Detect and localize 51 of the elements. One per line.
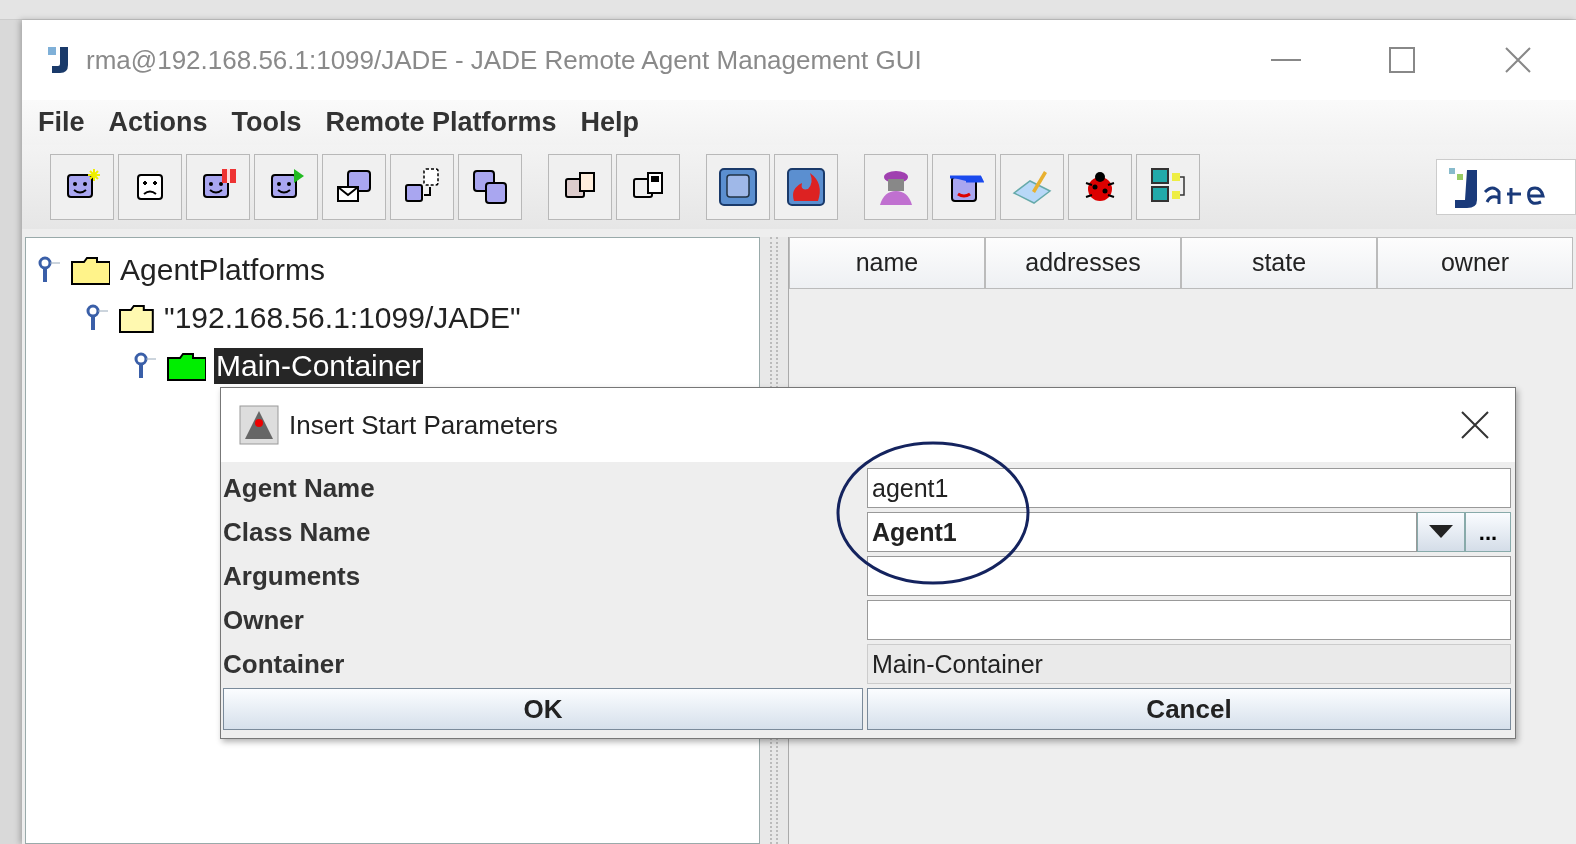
input-field[interactable] <box>867 600 1511 640</box>
field-label: Class Name <box>222 515 372 549</box>
dropdown-button[interactable] <box>1417 512 1465 552</box>
field-label: Arguments <box>222 559 362 593</box>
menu-item[interactable]: Tools <box>223 107 310 138</box>
menu-item[interactable]: Remote Platforms <box>317 107 565 138</box>
tree-item[interactable]: "192.168.56.1:1099/JADE" <box>162 300 523 336</box>
toolbar-button[interactable] <box>1068 154 1132 220</box>
maximize-icon <box>1389 47 1415 73</box>
toolbar-button[interactable] <box>616 154 680 220</box>
close-icon <box>1504 46 1532 74</box>
folder-icon <box>70 254 110 286</box>
combo-field[interactable]: Agent1 <box>867 512 1417 552</box>
caret-icon <box>1429 525 1453 539</box>
ok-button[interactable]: OK <box>223 688 863 730</box>
browse-button[interactable]: ... <box>1465 512 1511 552</box>
toolbar-button[interactable] <box>50 154 114 220</box>
toolbar-button[interactable] <box>932 154 996 220</box>
toolbar-button[interactable] <box>1136 154 1200 220</box>
toolbar-button[interactable] <box>548 154 612 220</box>
folder-icon <box>166 350 206 382</box>
folder-icon <box>118 302 154 334</box>
toolbar-button[interactable] <box>390 154 454 220</box>
fire-frame-icon <box>786 167 826 207</box>
close-icon <box>1460 410 1490 440</box>
toolbar-button[interactable] <box>458 154 522 220</box>
toolbar-button[interactable] <box>774 154 838 220</box>
minimize-icon <box>1271 58 1301 62</box>
input-field[interactable]: Main-Container <box>867 644 1511 684</box>
dialog-title: Insert Start Parameters <box>289 408 558 442</box>
menu-item[interactable]: Actions <box>100 107 216 138</box>
input-field[interactable]: agent1 <box>867 468 1511 508</box>
column-header[interactable]: name <box>789 237 985 289</box>
toolbar-button[interactable] <box>706 154 770 220</box>
toolbar-button[interactable] <box>254 154 318 220</box>
menu-item[interactable]: File <box>30 107 93 138</box>
tree-item[interactable]: AgentPlatforms <box>118 252 328 288</box>
toolbar-button[interactable] <box>186 154 250 220</box>
toolbar-button[interactable] <box>118 154 182 220</box>
field-label: Container <box>222 647 346 681</box>
tree-item[interactable]: Main-Container <box>214 348 424 384</box>
window-title: rma@192.168.56.1:1099/JADE - JADE Remote Agent Management GUI <box>86 43 922 77</box>
input-field[interactable] <box>867 556 1511 596</box>
column-header[interactable]: state <box>1181 237 1377 289</box>
column-header[interactable]: addresses <box>985 237 1181 289</box>
toolbar-button[interactable] <box>322 154 386 220</box>
column-header[interactable]: owner <box>1377 237 1573 289</box>
menu-item[interactable]: Help <box>572 107 648 138</box>
cancel-button[interactable]: Cancel <box>867 688 1511 730</box>
field-label: Agent Name <box>222 471 376 505</box>
field-label: Owner <box>222 603 305 637</box>
